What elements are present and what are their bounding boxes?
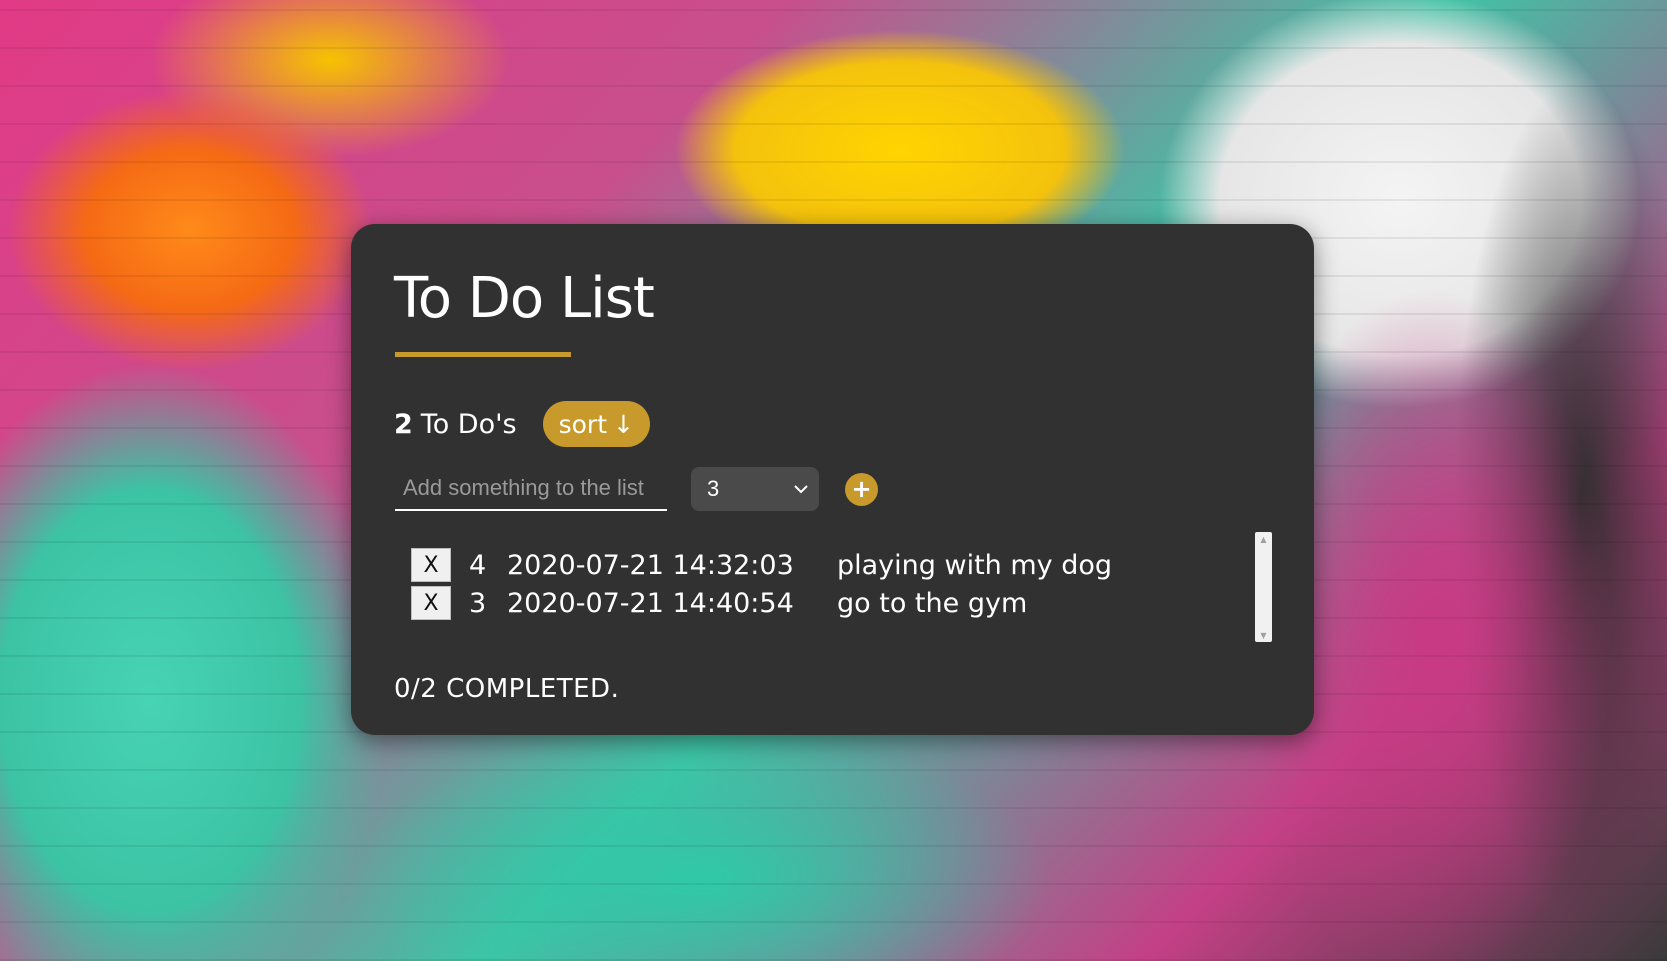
chevron-down-icon [794, 485, 808, 494]
list-item: X 3 2020-07-21 14:40:54 go to the gym [411, 584, 1231, 622]
todo-date: 2020-07-21 14:32:03 [507, 549, 794, 581]
priority-select[interactable]: 3 [691, 467, 819, 511]
todo-count-label: To Do's [420, 408, 517, 440]
list-item: X 4 2020-07-21 14:32:03 playing with my … [411, 546, 1231, 584]
scroll-down-icon[interactable]: ▼ [1255, 628, 1272, 642]
list-scrollbar[interactable]: ▲ ▼ [1255, 532, 1272, 642]
todo-count: 2 [394, 408, 413, 440]
sort-button[interactable]: sort ↓ [542, 401, 650, 447]
todo-date: 2020-07-21 14:40:54 [507, 587, 794, 619]
delete-button[interactable]: X [411, 586, 451, 620]
todo-count-row: 2 To Do's sort ↓ [394, 401, 650, 447]
add-todo-form: 3 + [395, 464, 878, 514]
todo-priority: 4 [469, 549, 487, 581]
todo-list: X 4 2020-07-21 14:32:03 playing with my … [411, 546, 1231, 658]
todo-priority: 3 [469, 587, 487, 619]
priority-selected-value: 3 [707, 476, 720, 501]
sort-label: sort [558, 409, 608, 439]
page-title: To Do List [394, 266, 655, 331]
delete-button[interactable]: X [411, 548, 451, 582]
todo-text: go to the gym [837, 587, 1028, 619]
completed-status: 0/2 COMPLETED. [394, 674, 620, 704]
plus-icon: + [851, 475, 872, 503]
todo-text: playing with my dog [837, 549, 1113, 581]
todo-card: To Do List 2 To Do's sort ↓ 3 + X 4 2020… [351, 224, 1314, 735]
todo-input[interactable] [395, 467, 667, 511]
title-underline [395, 352, 571, 357]
scroll-up-icon[interactable]: ▲ [1255, 532, 1272, 546]
arrow-down-icon: ↓ [613, 409, 634, 439]
add-button[interactable]: + [845, 472, 878, 506]
